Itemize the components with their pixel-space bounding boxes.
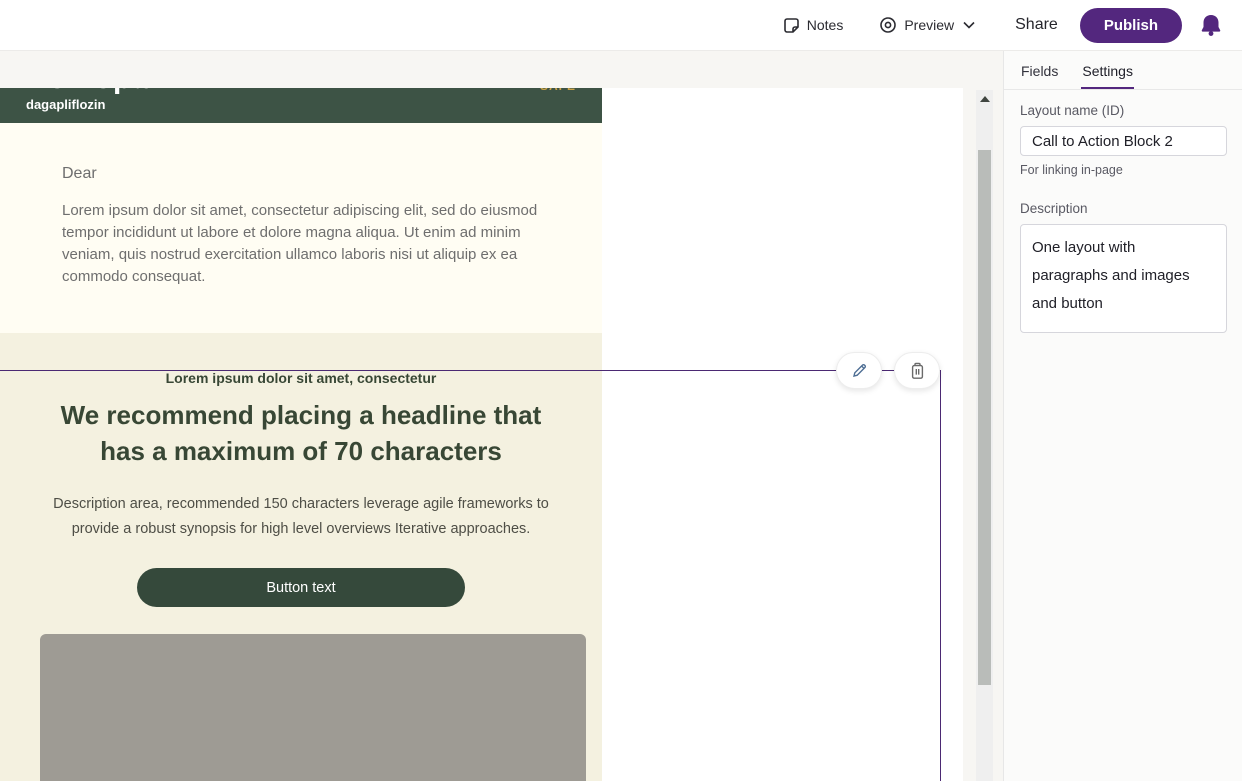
preview-label: Preview bbox=[904, 17, 954, 33]
cta-eyebrow: Lorem ipsum dolor sit amet, consectetur bbox=[40, 370, 562, 386]
pencil-icon bbox=[851, 362, 868, 379]
settings-panel: Fields Settings Layout name (ID) For lin… bbox=[1003, 51, 1242, 781]
header-badge: SAFE bbox=[540, 88, 576, 93]
share-button[interactable]: Share bbox=[1015, 16, 1058, 34]
share-label: Share bbox=[1015, 16, 1058, 34]
editor-canvas: Homopan dagapliflozin SAFE Dear Lorem ip… bbox=[0, 51, 1003, 781]
greeting-text: Dear bbox=[62, 165, 540, 183]
brand-tagline: dagapliflozin bbox=[26, 97, 602, 112]
image-placeholder[interactable] bbox=[40, 634, 586, 781]
panel-tabbar: Fields Settings bbox=[1004, 51, 1242, 90]
notifications-button[interactable] bbox=[1196, 10, 1226, 40]
delete-block-button[interactable] bbox=[894, 352, 940, 389]
description-label: Description bbox=[1020, 201, 1226, 216]
note-icon bbox=[783, 17, 800, 34]
email-header[interactable]: Homopan dagapliflozin SAFE bbox=[0, 88, 602, 123]
edit-block-button[interactable] bbox=[836, 352, 882, 389]
description-field: Description One layout with paragraphs a… bbox=[1020, 201, 1226, 333]
description-textarea-frame: One layout with paragraphs and images an… bbox=[1020, 224, 1227, 333]
cta-button[interactable]: Button text bbox=[137, 568, 465, 607]
notes-button[interactable]: Notes bbox=[783, 17, 844, 34]
email-document[interactable]: Homopan dagapliflozin SAFE Dear Lorem ip… bbox=[0, 88, 602, 781]
layout-name-input[interactable] bbox=[1020, 126, 1227, 156]
layout-name-helper: For linking in-page bbox=[1020, 163, 1226, 177]
cta-headline: We recommend placing a headline that has… bbox=[40, 397, 562, 469]
trash-icon bbox=[909, 362, 926, 380]
cta-block[interactable]: Lorem ipsum dolor sit amet, consectetur … bbox=[0, 333, 602, 781]
scrollbar-thumb[interactable] bbox=[978, 150, 991, 685]
preview-button[interactable]: Preview bbox=[879, 16, 975, 34]
scrollbar-up-arrow-icon[interactable] bbox=[980, 96, 990, 102]
intro-block[interactable]: Dear Lorem ipsum dolor sit amet, consect… bbox=[0, 123, 602, 333]
chevron-down-icon[interactable] bbox=[963, 21, 975, 29]
description-textarea[interactable]: One layout with paragraphs and images an… bbox=[1032, 234, 1196, 318]
notes-label: Notes bbox=[807, 17, 844, 33]
eye-icon bbox=[879, 16, 897, 34]
canvas-scrollbar[interactable] bbox=[976, 90, 993, 781]
cta-description: Description area, recommended 150 charac… bbox=[40, 492, 562, 542]
layout-name-label: Layout name (ID) bbox=[1020, 103, 1226, 118]
bell-icon bbox=[1198, 12, 1224, 38]
app-window: Notes Preview Share Publish bbox=[0, 0, 1242, 781]
email-page: Homopan dagapliflozin SAFE Dear Lorem ip… bbox=[0, 88, 963, 781]
top-toolbar: Notes Preview Share Publish bbox=[0, 0, 1242, 51]
tab-settings[interactable]: Settings bbox=[1081, 54, 1134, 89]
publish-button[interactable]: Publish bbox=[1080, 8, 1182, 43]
tab-fields[interactable]: Fields bbox=[1020, 54, 1059, 89]
brand-logo: Homopan bbox=[26, 88, 602, 95]
panel-body: Layout name (ID) For linking in-page Des… bbox=[1004, 90, 1242, 333]
intro-paragraph: Lorem ipsum dolor sit amet, consectetur … bbox=[62, 200, 540, 288]
